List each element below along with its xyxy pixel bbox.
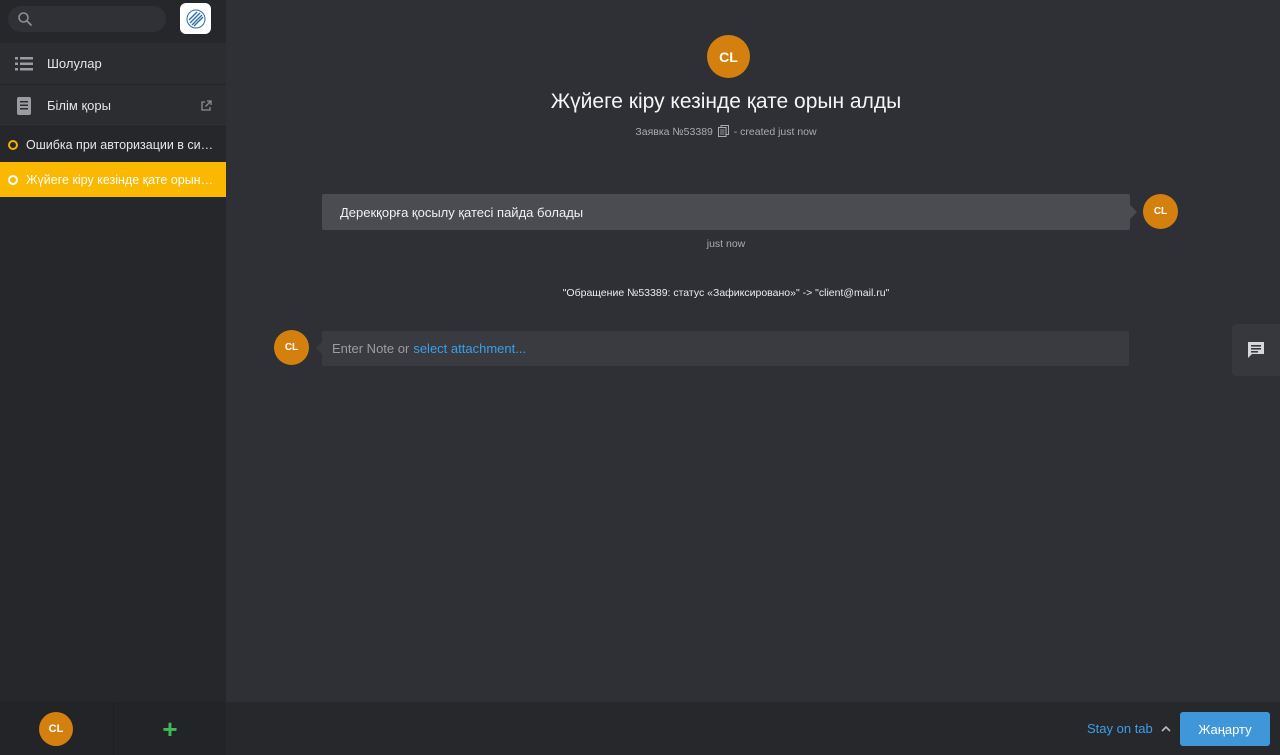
customer-avatar[interactable]: CL bbox=[707, 35, 750, 78]
note-input[interactable]: Enter Note or select attachment... bbox=[322, 331, 1129, 366]
bottom-bar: Stay on tab Жаңарту bbox=[226, 702, 1280, 755]
article-bubble-notch bbox=[1130, 205, 1137, 219]
ticket-label: Ошибка при авторизации в системе bbox=[26, 137, 216, 152]
sidebar-footer: CL + bbox=[0, 702, 226, 755]
search-row bbox=[0, 0, 226, 40]
divider bbox=[113, 702, 114, 755]
logo-icon bbox=[186, 9, 205, 28]
ticket-created: - created just now bbox=[733, 126, 817, 138]
ticket-title[interactable]: Жүйеге кіру кезінде қате орын алды bbox=[226, 90, 1226, 114]
add-ticket-button[interactable]: + bbox=[155, 714, 185, 744]
system-message: "Обращение №53389: статус «Зафиксировано… bbox=[562, 287, 890, 299]
stay-on-tab-label: Stay on tab bbox=[1087, 721, 1153, 736]
note-placeholder: Enter Note or bbox=[332, 341, 410, 356]
ticket-label: Жүйеге кіру кезінде қате орын алды bbox=[26, 172, 216, 187]
ticket-number: Заявка №53389 bbox=[635, 126, 713, 138]
search-input[interactable] bbox=[8, 6, 166, 32]
list-icon bbox=[15, 56, 33, 70]
article-bubble[interactable]: Дерекқорға қосылу қатесі пайда болады bbox=[322, 194, 1130, 230]
sidebar-ticket-item-active[interactable]: Жүйеге кіру кезінде қате орын алды bbox=[0, 162, 226, 197]
ticket-meta: Заявка №53389 - created just now bbox=[226, 125, 1226, 138]
article-timestamp: just now bbox=[706, 238, 746, 250]
article-text: Дерекқорға қосылу қатесі пайда болады bbox=[340, 204, 584, 220]
sidebar-ticket-item[interactable]: Ошибка при авторизации в системе bbox=[0, 127, 226, 162]
user-avatar[interactable]: CL bbox=[39, 712, 73, 746]
chat-icon bbox=[1248, 342, 1264, 358]
copy-icon[interactable] bbox=[717, 125, 729, 137]
stay-on-tab-toggle[interactable]: Stay on tab bbox=[1087, 721, 1171, 736]
sidebar-item-overviews[interactable]: Шолулар bbox=[0, 43, 226, 85]
main-content: CL Жүйеге кіру кезінде қате орын алды За… bbox=[226, 0, 1280, 755]
logo[interactable] bbox=[180, 3, 211, 34]
sidebar-item-knowledge-base[interactable]: Білім қоры bbox=[0, 85, 226, 127]
select-attachment-link[interactable]: select attachment... bbox=[413, 341, 526, 356]
chevron-up-icon bbox=[1161, 725, 1171, 732]
article-avatar[interactable]: CL bbox=[1143, 194, 1178, 229]
external-link-icon[interactable] bbox=[200, 99, 212, 112]
sidebar-item-label: Білім қоры bbox=[47, 98, 111, 113]
sidebar-item-label: Шолулар bbox=[47, 56, 102, 71]
conversation-sidebar-toggle[interactable] bbox=[1232, 324, 1280, 376]
sidebar: Шолулар Білім қоры Ошибка при авторизаци… bbox=[0, 0, 226, 755]
status-dot-icon bbox=[8, 175, 18, 185]
status-dot-icon bbox=[8, 140, 18, 150]
search-icon bbox=[18, 12, 32, 26]
update-button[interactable]: Жаңарту bbox=[1180, 712, 1270, 746]
note-avatar[interactable]: CL bbox=[274, 330, 309, 365]
book-icon bbox=[17, 96, 31, 115]
